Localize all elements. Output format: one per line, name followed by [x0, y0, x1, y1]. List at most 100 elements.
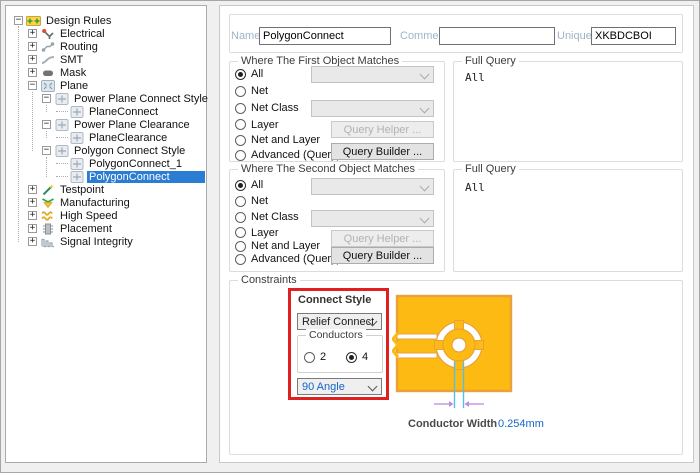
tree-connector — [56, 137, 68, 138]
name-input[interactable] — [259, 27, 391, 45]
radio-label: Net and Layer — [251, 240, 320, 252]
second-match-radio-advanced-query[interactable]: Advanced (Query) — [235, 252, 340, 266]
collapse-icon[interactable]: − — [42, 120, 51, 129]
tree-item-mask[interactable]: +Mask — [8, 66, 205, 79]
collapse-icon[interactable]: − — [42, 146, 51, 155]
radio-icon — [235, 135, 246, 146]
expand-icon[interactable]: + — [28, 237, 37, 246]
radio-label: All — [251, 68, 263, 80]
tree-item-power-plane-clearance[interactable]: − Power Plane Clearance — [8, 118, 205, 131]
first-full-query-group: Full Query — [453, 61, 683, 162]
tree-connector — [56, 163, 68, 164]
first-full-query-title: Full Query — [462, 55, 519, 67]
name-label: Name — [231, 30, 260, 42]
radio-icon — [235, 241, 246, 252]
tree-item-label: Manufacturing — [58, 197, 132, 209]
tree-item-label: Signal Integrity — [58, 236, 135, 248]
tree-item-power-plane-connect-style[interactable]: −Power Plane Connect Style — [8, 92, 205, 105]
first-query-builder-button[interactable]: Query Builder ... — [331, 143, 434, 160]
design-rules-icon — [26, 15, 41, 27]
collapse-icon[interactable]: − — [14, 16, 23, 25]
radio-label: Layer — [251, 227, 279, 239]
expand-icon[interactable]: + — [28, 29, 37, 38]
conductors-label: Conductors — [306, 329, 366, 341]
tree-item-planeconnect[interactable]: PlaneConnect — [8, 105, 205, 118]
tree-item-label: Polygon Connect Style — [72, 145, 187, 157]
tree-item-plane[interactable]: −Plane — [8, 79, 205, 92]
testpoint-icon — [40, 184, 55, 196]
second-full-query-group: Full Query — [453, 169, 683, 272]
chevron-down-icon — [420, 182, 430, 192]
tree-item-polygon-connect-style[interactable]: − Polygon Connect Style — [8, 144, 205, 157]
tree-item-label: Power Plane Clearance — [72, 119, 192, 131]
second-query-builder-button[interactable]: Query Builder ... — [331, 247, 434, 264]
rule-type-icon — [54, 119, 69, 131]
expand-icon[interactable]: + — [28, 224, 37, 233]
radio-label: Net — [251, 195, 268, 207]
manufacturing-icon — [40, 197, 55, 209]
tree-item-label: Electrical — [58, 28, 107, 40]
expand-icon[interactable]: + — [28, 198, 37, 207]
expand-icon[interactable]: + — [28, 68, 37, 77]
second-match-radio-net[interactable]: Net — [235, 194, 268, 208]
rule-icon — [69, 132, 84, 144]
tree-item-polygonconnect[interactable]: PolygonConnect — [8, 170, 205, 183]
second-match-title: Where The Second Object Matches — [238, 163, 418, 175]
expand-icon[interactable]: + — [28, 185, 37, 194]
angle-value: 90 Angle — [302, 381, 345, 393]
connect-style-select[interactable]: Relief Connect — [297, 313, 382, 330]
rules-tree-panel: −Design Rules + Electrical + Routing+SMT+Mas… — [5, 5, 207, 463]
first-match-radio-layer[interactable]: Layer — [235, 118, 279, 132]
placement-icon — [40, 223, 55, 235]
radio-conductors-2[interactable]: 2 — [304, 350, 326, 364]
second-match-radio-layer[interactable]: Layer — [235, 226, 279, 240]
first-match-radio-net[interactable]: Net — [235, 84, 268, 98]
first-full-query-value: All — [465, 71, 485, 84]
tree-item-label: Placement — [58, 223, 114, 235]
radio-label: All — [251, 179, 263, 191]
comment-input[interactable] — [439, 27, 555, 45]
second-match-radio-net-and-layer[interactable]: Net and Layer — [235, 239, 320, 253]
conductor-width-label: Conductor Width — [408, 418, 497, 430]
tree-item-smt[interactable]: +SMT — [8, 53, 205, 66]
collapse-icon[interactable]: − — [42, 94, 51, 103]
tree-item-planeclearance[interactable]: PlaneClearance — [8, 131, 205, 144]
tree-item-label: Power Plane Connect Style — [72, 93, 210, 105]
radio-icon — [346, 352, 357, 363]
tree-item-signal-integrity[interactable]: + Signal Integrity — [8, 235, 205, 248]
rule-icon — [69, 106, 84, 118]
tree-item-routing[interactable]: + Routing — [8, 40, 205, 53]
radio-icon — [235, 119, 246, 130]
angle-select[interactable]: 90 Angle — [297, 378, 382, 395]
first-match-radio-all[interactable]: All — [235, 67, 263, 81]
tree-item-manufacturing[interactable]: + Manufacturing — [8, 196, 205, 209]
radio-icon — [235, 69, 246, 80]
first-match-radio-net-and-layer[interactable]: Net and Layer — [235, 133, 320, 147]
radio-conductors-4[interactable]: 4 — [346, 350, 368, 364]
rule-icon — [69, 171, 84, 183]
conductor-width-value: 0.254mm — [498, 418, 544, 430]
second-netclass-select — [311, 210, 434, 227]
first-match-radio-net-class[interactable]: Net Class — [235, 101, 299, 115]
expand-icon[interactable]: + — [28, 55, 37, 64]
expand-icon[interactable]: + — [28, 211, 37, 220]
tree-item-testpoint[interactable]: +Testpoint — [8, 183, 205, 196]
first-query-helper-button: Query Helper ... — [331, 121, 434, 138]
second-match-radio-all[interactable]: All — [235, 178, 263, 192]
tree-item-label: Routing — [58, 41, 100, 53]
second-full-query-title: Full Query — [462, 163, 519, 175]
first-match-radio-advanced-query[interactable]: Advanced (Query) — [235, 148, 340, 162]
second-match-radio-net-class[interactable]: Net Class — [235, 210, 299, 224]
radio-icon — [235, 254, 246, 265]
tree-item-placement[interactable]: + Placement — [8, 222, 205, 235]
connect-style-label: Connect Style — [298, 294, 371, 306]
tree-item-high-speed[interactable]: +High Speed — [8, 209, 205, 222]
expand-icon[interactable]: + — [28, 42, 37, 51]
rule-type-icon — [54, 93, 69, 105]
rule-type-icon — [54, 145, 69, 157]
tree-item-polygonconnect-1[interactable]: PolygonConnect_1 — [8, 157, 205, 170]
tree-item-electrical[interactable]: + Electrical — [8, 27, 205, 40]
collapse-icon[interactable]: − — [28, 81, 37, 90]
unique-id-input[interactable] — [591, 27, 676, 45]
tree-item-design-rules[interactable]: −Design Rules — [8, 14, 205, 27]
